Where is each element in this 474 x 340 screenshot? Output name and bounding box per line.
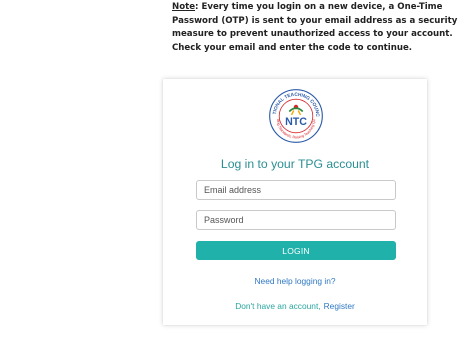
- need-help-link[interactable]: Need help logging in?: [163, 276, 427, 286]
- email-field[interactable]: [196, 180, 396, 200]
- logo-letters: NTC: [285, 116, 307, 128]
- no-account-text: Don't have an account,: [235, 301, 321, 311]
- register-link[interactable]: Register: [324, 301, 355, 311]
- password-field[interactable]: [196, 210, 396, 230]
- login-card: NATIONAL TEACHING COUNCIL Building Stand…: [163, 79, 427, 325]
- otp-note: Note: Every time you login on a new devi…: [172, 1, 468, 55]
- login-title: Log in to your TPG account: [220, 157, 370, 171]
- login-button[interactable]: LOGIN: [196, 241, 396, 260]
- note-text: : Every time you login on a new device, …: [172, 2, 458, 53]
- signup-row: Don't have an account, Register: [163, 301, 427, 311]
- note-label: Note: [172, 2, 196, 12]
- ntc-logo: NATIONAL TEACHING COUNCIL Building Stand…: [268, 88, 323, 143]
